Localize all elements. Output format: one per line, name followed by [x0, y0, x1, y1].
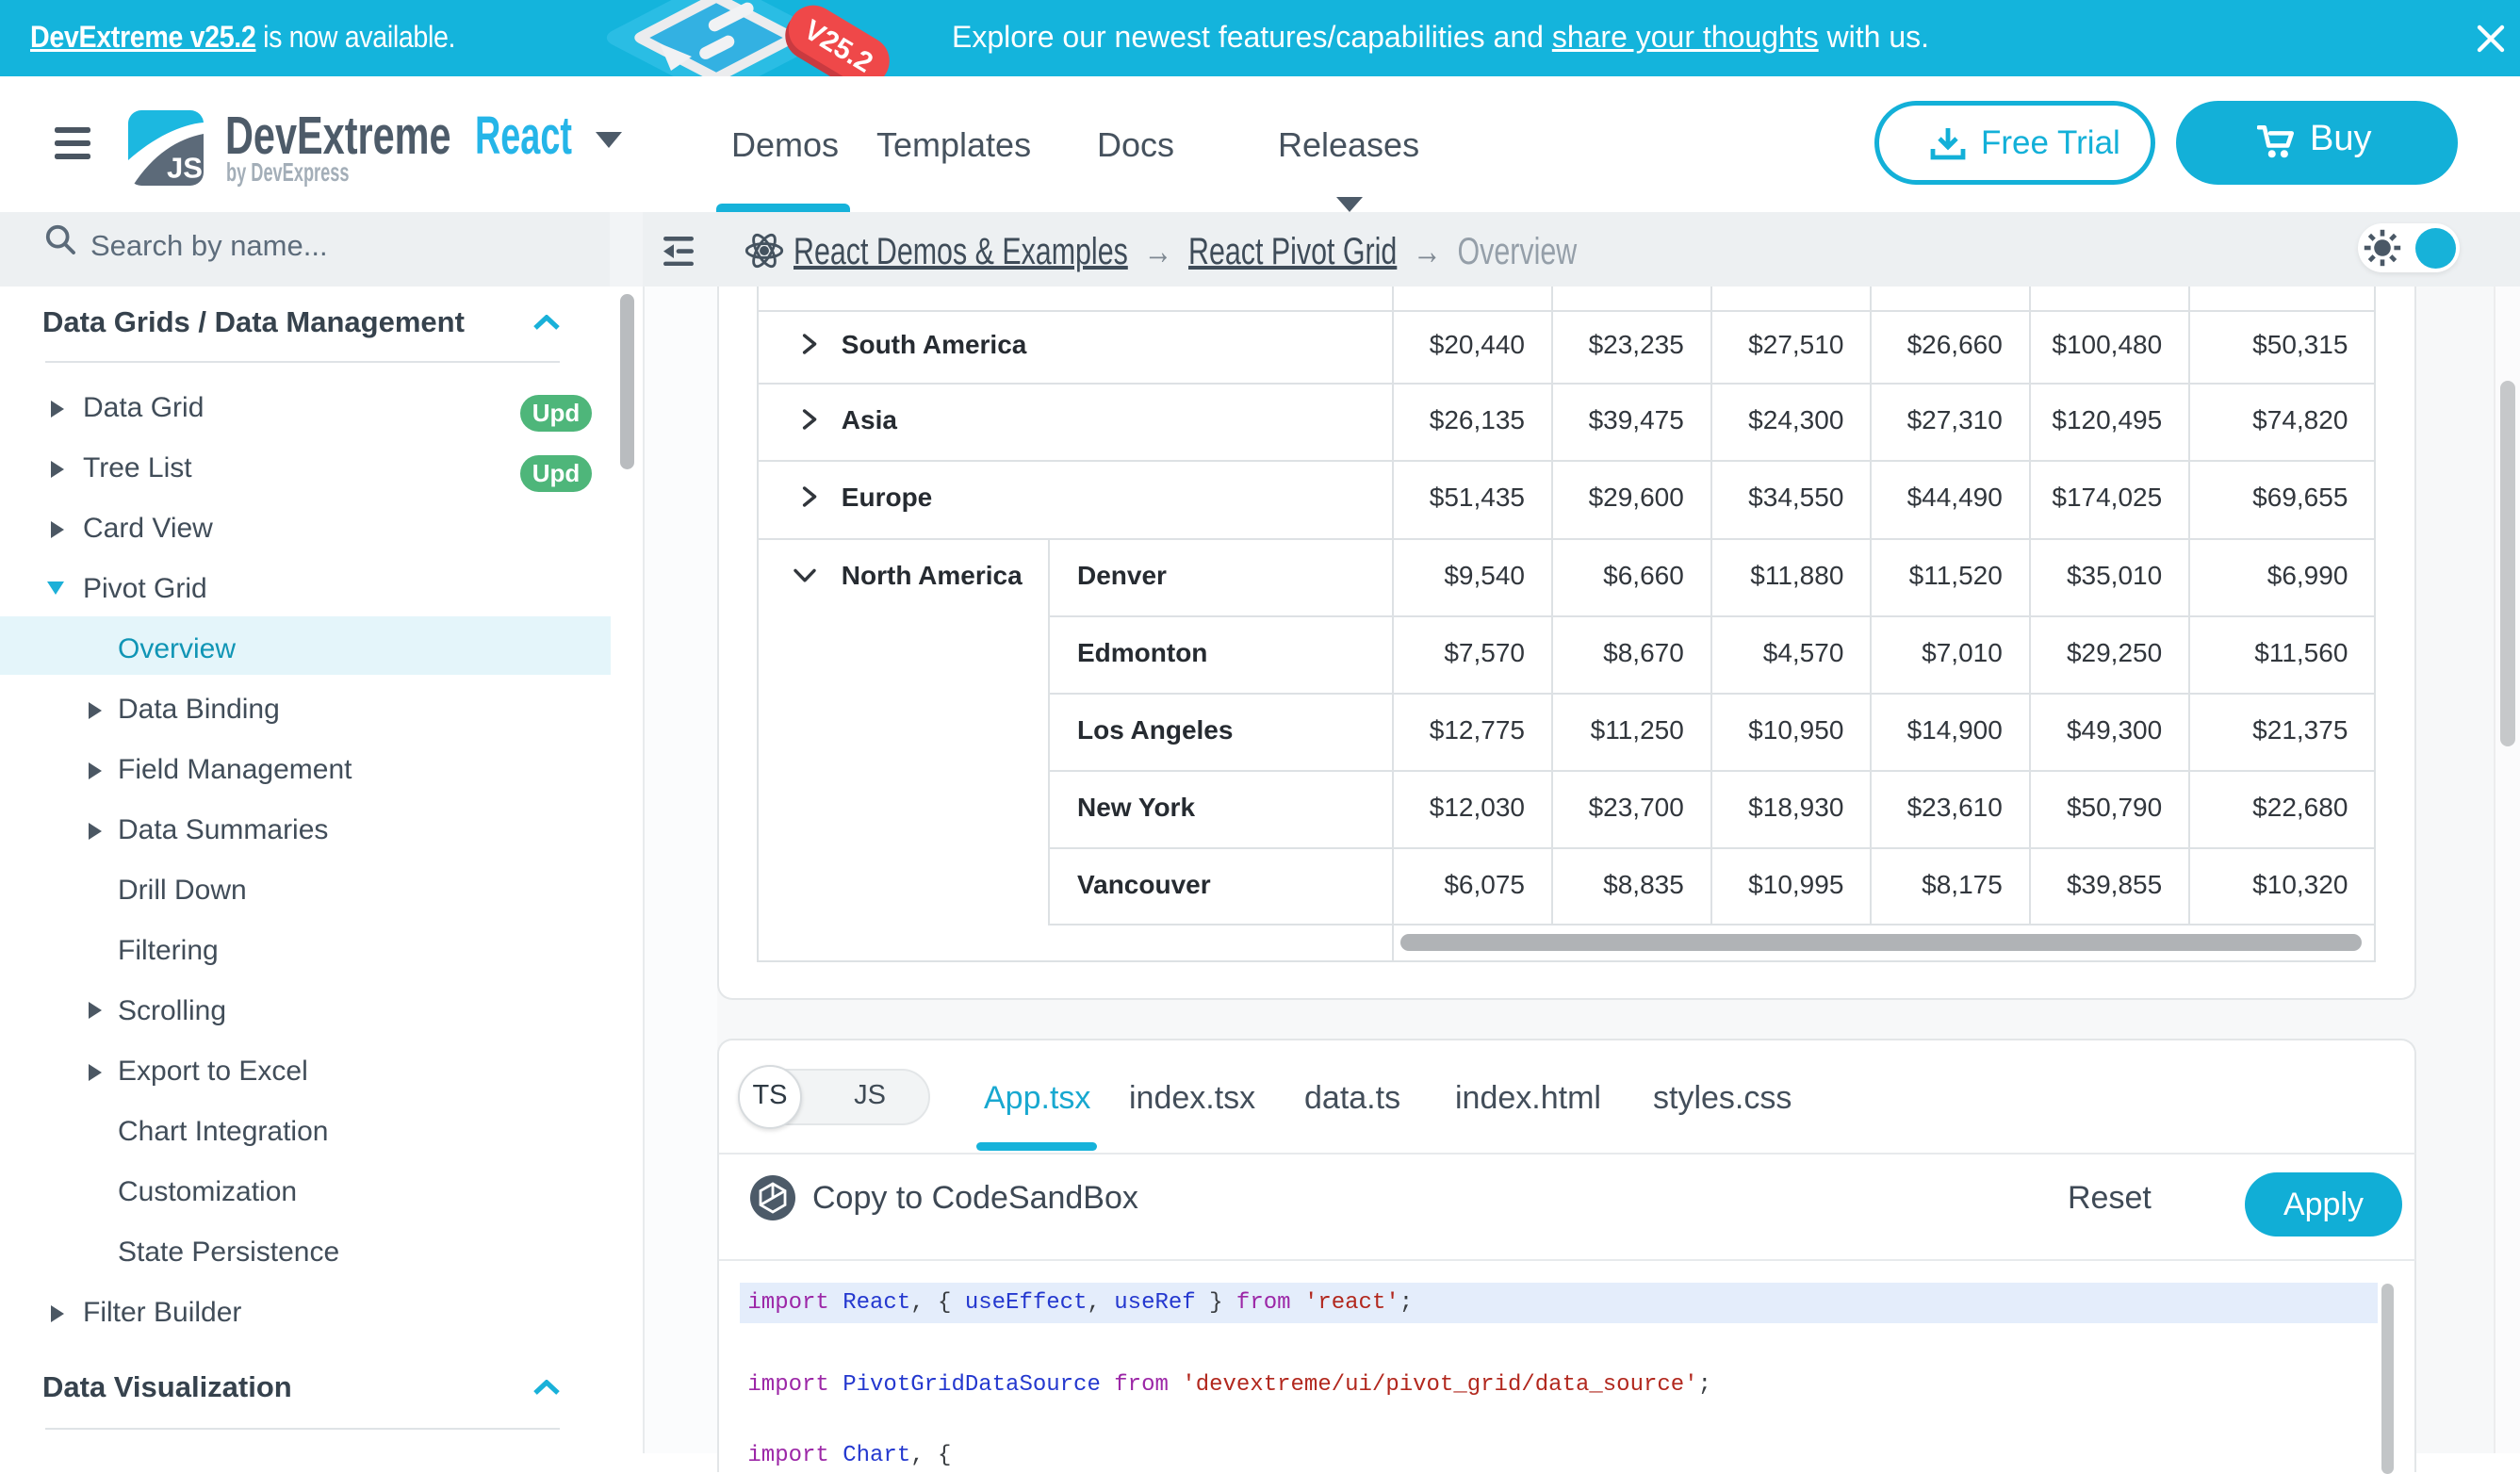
svg-text:JS: JS — [167, 152, 203, 185]
